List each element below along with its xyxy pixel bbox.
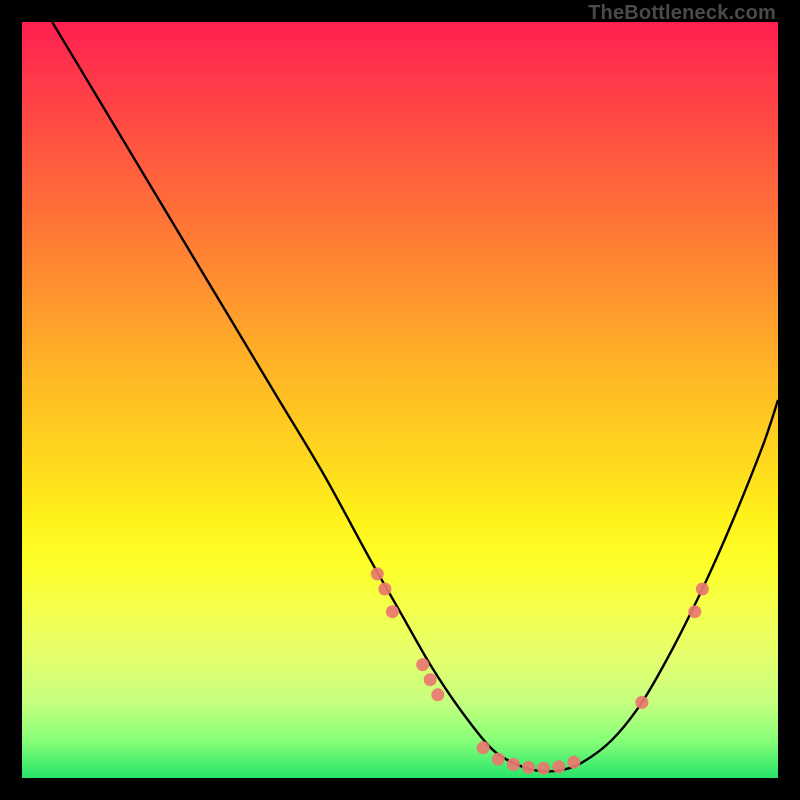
marker-trough-1 bbox=[477, 741, 490, 754]
marker-trough-2 bbox=[492, 753, 505, 766]
marker-left-cluster-6 bbox=[431, 688, 444, 701]
marker-trough-5 bbox=[537, 762, 550, 775]
marker-trough-4 bbox=[522, 761, 535, 774]
marker-left-cluster-4 bbox=[416, 658, 429, 671]
marker-left-cluster-3 bbox=[386, 605, 399, 618]
marker-right-cluster-3 bbox=[696, 583, 709, 596]
chart-frame bbox=[22, 22, 778, 778]
bottleneck-curve-line bbox=[52, 22, 778, 771]
data-markers bbox=[371, 567, 709, 774]
marker-left-cluster-2 bbox=[378, 583, 391, 596]
marker-right-cluster-1 bbox=[635, 696, 648, 709]
marker-trough-7 bbox=[567, 756, 580, 769]
marker-left-cluster-5 bbox=[424, 673, 437, 686]
marker-trough-3 bbox=[507, 758, 520, 771]
marker-trough-6 bbox=[552, 760, 565, 773]
marker-left-cluster-1 bbox=[371, 567, 384, 580]
marker-right-cluster-2 bbox=[688, 605, 701, 618]
bottleneck-chart bbox=[22, 22, 778, 778]
